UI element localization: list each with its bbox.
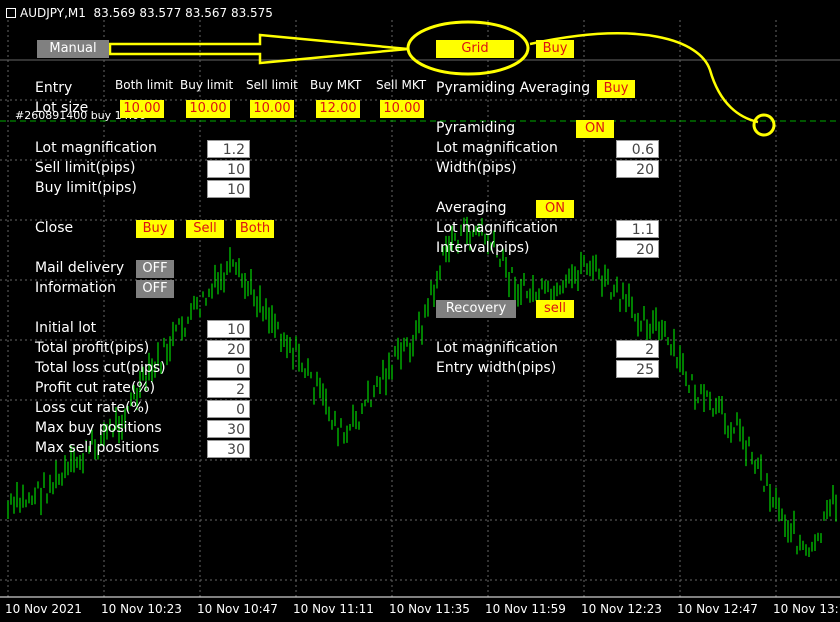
total-loss-cut-label: Total loss cut(pips) [35,360,166,376]
averaging-lot-mag-field[interactable]: 1.1 [616,220,659,238]
total-profit-label: Total profit(pips) [35,340,150,356]
manual-button[interactable]: Manual [37,40,109,58]
entry-label: Entry [35,80,73,96]
both-limit-button[interactable]: 10.00 [120,100,164,118]
recovery-sell-button[interactable]: sell [536,300,574,318]
total-profit-field[interactable]: 20 [207,340,250,358]
averaging-label: Averaging [436,200,507,216]
sell-limit-pips-label: Sell limit(pips) [35,160,136,176]
x-tick: 10 Nov 13:1 [773,602,840,616]
recovery-lot-mag-label: Lot magnification [436,340,558,356]
recovery-entry-width-label: Entry width(pips) [436,360,557,376]
profit-cut-rate-label: Profit cut rate(%) [35,380,156,396]
grid-button[interactable]: Grid [436,40,514,58]
pyramiding-lot-mag-label: Lot magnification [436,140,558,156]
close-sell-button[interactable]: Sell [186,220,224,238]
buy-limit-button[interactable]: 10.00 [186,100,230,118]
averaging-interval-label: Interval(pips) [436,240,530,256]
max-buy-positions-field[interactable]: 30 [207,420,250,438]
chart-header: AUDJPY,M1 83.569 83.577 83.567 83.575 [6,6,273,20]
x-tick: 10 Nov 12:23 [581,602,662,616]
initial-lot-label: Initial lot [35,320,97,336]
buy-limit-pips-label: Buy limit(pips) [35,180,137,196]
sell-mkt-button[interactable]: 10.00 [380,100,424,118]
max-sell-positions-label: Max sell positions [35,440,160,456]
close-buy-button[interactable]: Buy [136,220,174,238]
x-tick: 10 Nov 11:35 [389,602,470,616]
averaging-toggle[interactable]: ON [536,200,574,218]
averaging-lot-mag-label: Lot magnification [436,220,558,236]
loss-cut-rate-field[interactable]: 0 [207,400,250,418]
pyramiding-width-field[interactable]: 20 [616,160,659,178]
close-both-button[interactable]: Both [236,220,274,238]
averaging-interval-field[interactable]: 20 [616,240,659,258]
recovery-lot-mag-field[interactable]: 2 [616,340,659,358]
information-toggle[interactable]: OFF [136,280,174,298]
x-tick: 10 Nov 11:59 [485,602,566,616]
sell-limit-pips-field[interactable]: 10 [207,160,250,178]
sell-mkt-header: Sell MKT [376,78,427,92]
pyramiding-toggle[interactable]: ON [576,120,614,138]
window-icon [6,8,16,18]
lot-magnification-field[interactable]: 1.2 [207,140,250,158]
pyramiding-label: Pyramiding [436,120,516,136]
pyramiding-lot-mag-field[interactable]: 0.6 [616,140,659,158]
buy-limit-header: Buy limit [180,78,234,92]
max-buy-positions-label: Max buy positions [35,420,162,436]
close-label: Close [35,220,74,236]
recovery-button[interactable]: Recovery [436,300,516,318]
profit-cut-rate-field[interactable]: 2 [207,380,250,398]
price-chart[interactable] [0,0,840,622]
buy-limit-pips-field[interactable]: 10 [207,180,250,198]
max-sell-positions-field[interactable]: 30 [207,440,250,458]
both-limit-header: Both limit [115,78,174,92]
pyramiding-averaging-buy-button[interactable]: Buy [597,80,635,98]
recovery-entry-width-field[interactable]: 25 [616,360,659,378]
x-tick: 10 Nov 10:23 [101,602,182,616]
loss-cut-rate-label: Loss cut rate(%) [35,400,150,416]
lot-magnification-label: Lot magnification [35,140,157,156]
buy-mkt-header: Buy MKT [310,78,362,92]
x-tick: 10 Nov 10:47 [197,602,278,616]
x-tick: 10 Nov 12:47 [677,602,758,616]
x-tick: 10 Nov 2021 [5,602,82,616]
pyramiding-width-label: Width(pips) [436,160,517,176]
symbol-label: AUDJPY,M1 [20,6,86,20]
lot-size-label: Lot size [35,100,89,116]
grid-buy-button[interactable]: Buy [536,40,574,58]
mail-delivery-toggle[interactable]: OFF [136,260,174,278]
mail-delivery-label: Mail delivery [35,260,125,276]
price-label: 83.569 83.577 83.567 83.575 [93,6,273,20]
information-label: Information [35,280,117,296]
buy-mkt-button[interactable]: 12.00 [316,100,360,118]
annotation-target [752,113,776,137]
x-tick: 10 Nov 11:11 [293,602,374,616]
annotation-arrow [108,33,409,65]
sell-limit-button[interactable]: 10.00 [250,100,294,118]
sell-limit-header: Sell limit [246,78,298,92]
initial-lot-field[interactable]: 10 [207,320,250,338]
pyramiding-averaging-label: Pyramiding Averaging [436,80,591,96]
total-loss-cut-field[interactable]: 0 [207,360,250,378]
